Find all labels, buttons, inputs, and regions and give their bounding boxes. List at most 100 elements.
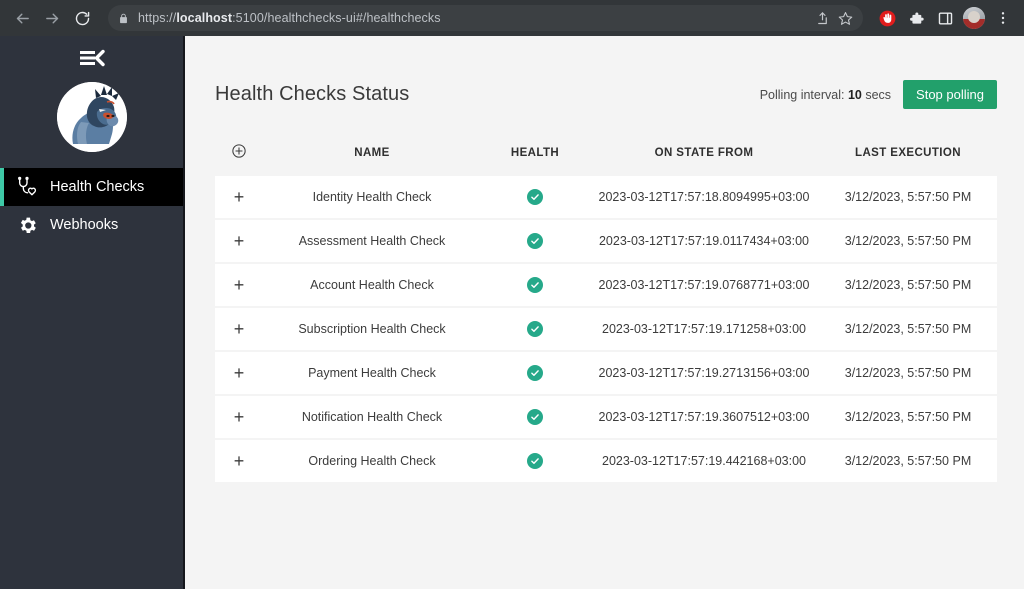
row-health-cell	[481, 220, 589, 262]
forward-arrow-icon	[45, 13, 58, 23]
row-expand-cell: +	[215, 176, 263, 218]
table-row[interactable]: + Ordering Health Check 2023-03-12T17:57:1…	[215, 440, 997, 482]
address-bar[interactable]: https://localhost:5100/healthchecks-ui#/…	[108, 5, 863, 31]
polling-unit: secs	[865, 87, 892, 102]
table-header: NAME HEALTH ON STATE FROM LAST EXECUTION	[215, 137, 997, 174]
check-circle-icon	[527, 365, 543, 381]
check-circle-icon	[527, 321, 543, 337]
row-expand-cell: +	[215, 220, 263, 262]
plus-icon[interactable]: +	[234, 408, 245, 426]
row-name-cell: Payment Health Check	[263, 352, 481, 394]
expand-all-header	[215, 137, 263, 174]
row-name-cell: Subscription Health Check	[263, 308, 481, 350]
reload-button[interactable]	[68, 4, 96, 32]
sidebar-item-webhooks[interactable]: Webhooks	[0, 206, 183, 244]
app-root: https://localhost:5100/healthchecks-ui#/…	[0, 0, 1024, 589]
row-expand-cell: +	[215, 264, 263, 306]
back-arrow-icon	[16, 13, 29, 23]
row-health-cell	[481, 440, 589, 482]
table-row[interactable]: + Notification Health Check 2023-03-12T17:…	[215, 396, 997, 438]
table-row[interactable]: + Account Health Check 2023-03-12T17:57:19…	[215, 264, 997, 306]
row-health-cell	[481, 352, 589, 394]
sidebar-logo	[0, 76, 183, 168]
chrome-menu-icon[interactable]	[990, 5, 1016, 31]
page-title: Health Checks Status	[215, 83, 410, 105]
plus-circle-icon[interactable]	[231, 143, 247, 159]
omnibox-actions	[807, 11, 853, 26]
url-host: localhost	[176, 11, 233, 25]
table-row[interactable]: + Identity Health Check 2023-03-12T17:57:1…	[215, 176, 997, 218]
main-content: Health Checks Status Polling interval: 1…	[187, 36, 1024, 589]
collapse-menu-icon	[79, 49, 105, 67]
plus-icon[interactable]: +	[234, 232, 245, 250]
column-header-on-state-from: ON STATE FROM	[654, 146, 754, 159]
row-state-from-cell: 2023-03-12T17:57:19.0768771+03:00	[589, 264, 819, 306]
polling-value: 10	[847, 87, 862, 102]
health-checks-table: NAME HEALTH ON STATE FROM LAST EXECUTION…	[215, 135, 997, 484]
row-health-cell	[481, 176, 589, 218]
row-last-execution-cell: 3/12/2023, 5:57:50 PM	[819, 352, 997, 394]
row-last-execution-cell: 3/12/2023, 5:57:50 PM	[819, 220, 997, 262]
bookmark-star-icon[interactable]	[838, 11, 853, 26]
row-last-execution-cell: 3/12/2023, 5:57:50 PM	[819, 396, 997, 438]
url-path: :5100/healthchecks-ui#/healthchecks	[232, 11, 441, 25]
row-name-cell: Identity Health Check	[263, 176, 481, 218]
check-circle-icon	[527, 189, 543, 205]
check-circle-icon	[527, 453, 543, 469]
row-state-from-cell: 2023-03-12T17:57:19.0117434+03:00	[589, 220, 819, 262]
row-last-execution-cell: 3/12/2023, 5:57:50 PM	[819, 264, 997, 306]
extensions-puzzle-icon[interactable]	[903, 5, 929, 31]
row-health-cell	[481, 264, 589, 306]
sidebar-collapse-button[interactable]	[0, 36, 183, 76]
polling-label: Polling interval:	[759, 87, 845, 102]
lock-icon	[118, 12, 129, 25]
sidebar-item-label: Webhooks	[50, 217, 119, 233]
gear-icon	[14, 215, 40, 236]
column-header-last-execution: LAST EXECUTION	[855, 146, 961, 159]
check-circle-icon	[527, 277, 543, 293]
row-name-cell: Account Health Check	[263, 264, 481, 306]
header-actions: Polling interval: 10 secs Stop polling	[760, 80, 997, 109]
row-last-execution-cell: 3/12/2023, 5:57:50 PM	[819, 440, 997, 482]
check-circle-icon	[527, 409, 543, 425]
row-health-cell	[481, 396, 589, 438]
sidebar-item-health-checks[interactable]: Health Checks	[0, 168, 183, 206]
forward-button[interactable]	[38, 4, 66, 32]
browser-extension-icons	[871, 5, 1016, 31]
plus-icon[interactable]: +	[234, 276, 245, 294]
profile-avatar[interactable]	[961, 5, 987, 31]
row-state-from-cell: 2023-03-12T17:57:19.3607512+03:00	[589, 396, 819, 438]
sidebar-item-label: Health Checks	[50, 179, 145, 195]
side-panel-icon[interactable]	[932, 5, 958, 31]
reload-icon	[75, 11, 89, 25]
row-last-execution-cell: 3/12/2023, 5:57:50 PM	[819, 176, 997, 218]
adblock-icon[interactable]	[874, 5, 900, 31]
row-state-from-cell: 2023-03-12T17:57:19.442168+03:00	[589, 440, 819, 482]
row-expand-cell: +	[215, 308, 263, 350]
share-icon[interactable]	[815, 11, 830, 26]
row-state-from-cell: 2023-03-12T17:57:19.171258+03:00	[589, 308, 819, 350]
column-header-health: HEALTH	[510, 146, 560, 159]
table-header-row: NAME HEALTH ON STATE FROM LAST EXECUTION	[215, 137, 997, 174]
row-last-execution-cell: 3/12/2023, 5:57:50 PM	[819, 308, 997, 350]
check-circle-icon	[527, 233, 543, 249]
plus-icon[interactable]: +	[234, 188, 245, 206]
table-row[interactable]: + Payment Health Check 2023-03-12T17:57:19…	[215, 352, 997, 394]
plus-icon[interactable]: +	[234, 452, 245, 470]
browser-toolbar: https://localhost:5100/healthchecks-ui#/…	[0, 0, 1024, 36]
back-button[interactable]	[8, 4, 36, 32]
stethoscope-heart-icon	[14, 176, 40, 198]
table-row[interactable]: + Subscription Health Check 2023-03-12T17:…	[215, 308, 997, 350]
row-health-cell	[481, 308, 589, 350]
url-text: https://localhost:5100/healthchecks-ui#/…	[138, 11, 441, 25]
stop-polling-button[interactable]: Stop polling	[903, 80, 997, 109]
plus-icon[interactable]: +	[234, 364, 245, 382]
mascot-logo-icon	[56, 82, 127, 152]
plus-icon[interactable]: +	[234, 320, 245, 338]
row-name-cell: Notification Health Check	[263, 396, 481, 438]
row-expand-cell: +	[215, 396, 263, 438]
table-row[interactable]: + Assessment Health Check 2023-03-12T17:57…	[215, 220, 997, 262]
row-state-from-cell: 2023-03-12T17:57:19.2713156+03:00	[589, 352, 819, 394]
sidebar: Health Checks Webhooks	[0, 36, 185, 589]
table-body: + Identity Health Check 2023-03-12T17:57:1…	[215, 176, 997, 482]
